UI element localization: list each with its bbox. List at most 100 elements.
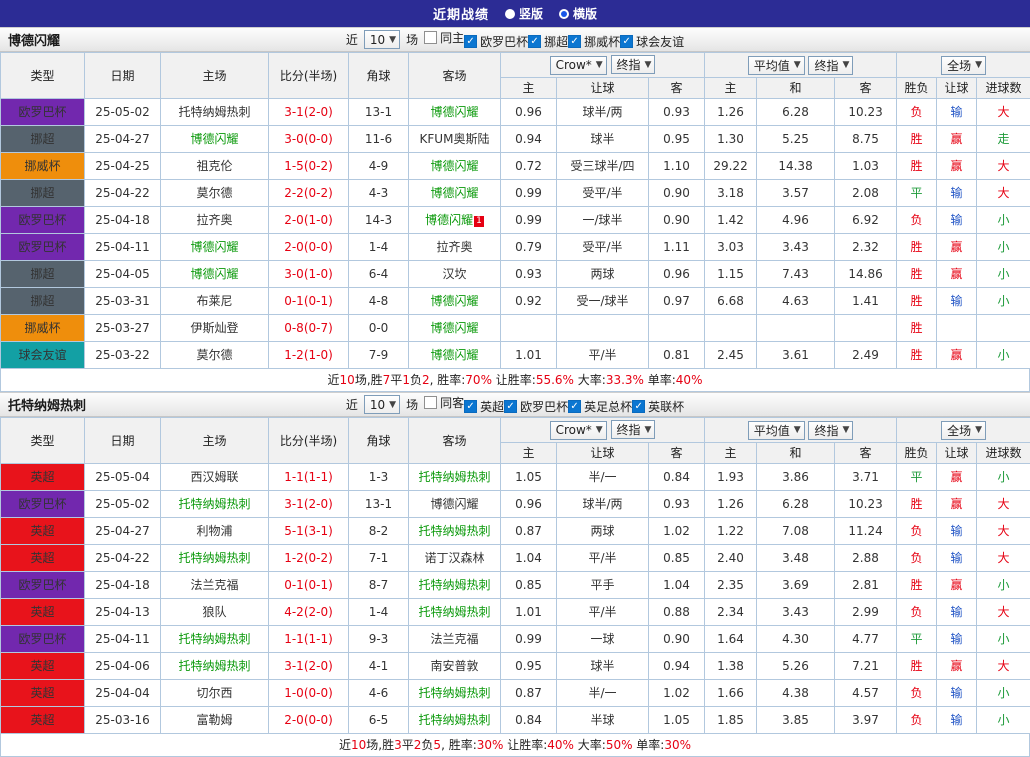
fulltime-select[interactable]: 全场▼ xyxy=(941,421,986,440)
home-team-name[interactable]: 西汉姆联 xyxy=(190,470,238,484)
avg-away: 14.86 xyxy=(835,261,897,288)
filter-checkbox-同主[interactable]: 同主 xyxy=(424,29,464,46)
home-team-name[interactable]: 托特纳姆热刺 xyxy=(178,632,250,646)
filter-checkbox-英超[interactable]: ✓英超 xyxy=(464,398,504,415)
home-team-name[interactable]: 托特纳姆热刺 xyxy=(178,497,250,511)
away-team-name[interactable]: 诺丁汉森林 xyxy=(424,551,484,565)
league-badge: 欧罗巴杯 xyxy=(1,626,85,653)
recent-count-select[interactable]: 10 ▼ xyxy=(364,395,400,414)
odds-home: 0.99 xyxy=(501,207,557,234)
filter-checkbox-挪威杯[interactable]: ✓挪威杯 xyxy=(568,33,620,50)
home-team-name[interactable]: 博德闪耀 xyxy=(190,267,238,281)
home-team-name[interactable]: 富勒姆 xyxy=(196,713,232,727)
home-team-name[interactable]: 伊斯灿登 xyxy=(190,321,238,335)
checked-checkbox-icon: ✓ xyxy=(568,35,581,48)
home-team-name[interactable]: 托特纳姆热刺 xyxy=(178,105,250,119)
away-team-name[interactable]: 博德闪耀 xyxy=(430,159,478,173)
away-team-name[interactable]: 托特纳姆热刺 xyxy=(418,605,490,619)
fulltime-select[interactable]: 全场▼ xyxy=(941,56,986,75)
league-badge: 英超 xyxy=(1,653,85,680)
home-team-name[interactable]: 利物浦 xyxy=(196,524,232,538)
away-team-name[interactable]: 博德闪耀 xyxy=(430,321,478,335)
away-team-name[interactable]: 汉坎 xyxy=(442,267,466,281)
handicap-result-value: 赢 xyxy=(937,491,977,518)
odds-handicap: 球半/两 xyxy=(557,491,649,518)
match-row: 欧罗巴杯25-04-11博德闪耀2-0(0-0)1-4拉齐奥0.79受平/半1.… xyxy=(1,234,1030,261)
filter-checkbox-英联杯[interactable]: ✓英联杯 xyxy=(632,398,684,415)
home-team-name[interactable]: 祖克伦 xyxy=(196,159,232,173)
home-team-name[interactable]: 莫尔德 xyxy=(196,186,232,200)
avg-away: 7.21 xyxy=(835,653,897,680)
filter-label: 挪威杯 xyxy=(584,33,620,50)
home-team-name[interactable]: 切尔西 xyxy=(196,686,232,700)
filter-checkbox-英足总杯[interactable]: ✓英足总杯 xyxy=(568,398,632,415)
bookmaker-select[interactable]: Crow*▼ xyxy=(550,56,607,75)
avg-home: 1.42 xyxy=(705,207,757,234)
away-team-name[interactable]: 托特纳姆热刺 xyxy=(418,578,490,592)
col-away: 客场 xyxy=(409,53,501,99)
final-odds-select-2[interactable]: 终指▼ xyxy=(808,421,853,440)
away-team-name[interactable]: 博德闪耀 xyxy=(430,186,478,200)
away-team-name[interactable]: 托特纳姆热刺 xyxy=(418,524,490,538)
score: 3-1(2-0) xyxy=(269,653,349,680)
filter-prefix-label: 近 xyxy=(346,31,358,48)
avg-away: 2.08 xyxy=(835,180,897,207)
fulltime-value: 全场 xyxy=(947,422,971,439)
col-score: 比分(半场) xyxy=(269,418,349,464)
match-row: 球会友谊25-03-22莫尔德1-2(1-0)7-9博德闪耀1.01平/半0.8… xyxy=(1,342,1030,369)
home-team-cell: 祖克伦 xyxy=(161,153,269,180)
odds-away: 1.02 xyxy=(649,518,705,545)
home-team-cell: 富勒姆 xyxy=(161,707,269,734)
away-team-cell: 托特纳姆热刺 xyxy=(409,707,501,734)
home-team-name[interactable]: 托特纳姆热刺 xyxy=(178,659,250,673)
home-team-name[interactable]: 博德闪耀 xyxy=(190,240,238,254)
home-team-name[interactable]: 拉齐奥 xyxy=(196,213,232,227)
home-team-cell: 布莱尼 xyxy=(161,288,269,315)
layout-radio-horizontal[interactable]: 横版 xyxy=(559,5,597,22)
odds-home: 1.01 xyxy=(501,342,557,369)
home-team-name[interactable]: 布莱尼 xyxy=(196,294,232,308)
layout-radio-vertical[interactable]: 竖版 xyxy=(505,5,543,22)
odds-home: 0.94 xyxy=(501,126,557,153)
league-badge: 英超 xyxy=(1,518,85,545)
odds-group-header: Crow*▼ 终指▼ xyxy=(501,418,705,443)
result-value: 负 xyxy=(897,680,937,707)
handicap-result-value: 输 xyxy=(937,288,977,315)
away-team-name[interactable]: KFUM奥斯陆 xyxy=(420,132,490,146)
bookmaker-select[interactable]: Crow*▼ xyxy=(550,421,607,440)
away-team-name[interactable]: 南安普敦 xyxy=(430,659,478,673)
odds-away: 0.93 xyxy=(649,491,705,518)
home-team-name[interactable]: 法兰克福 xyxy=(190,578,238,592)
result-value: 负 xyxy=(897,707,937,734)
away-team-name[interactable]: 博德闪耀 xyxy=(430,348,478,362)
average-select[interactable]: 平均值▼ xyxy=(748,56,805,75)
away-team-name[interactable]: 博德闪耀 xyxy=(430,294,478,308)
final-odds-select[interactable]: 终指▼ xyxy=(611,420,656,439)
average-select[interactable]: 平均值▼ xyxy=(748,421,805,440)
home-team-name[interactable]: 托特纳姆热刺 xyxy=(178,551,250,565)
away-team-name[interactable]: 法兰克福 xyxy=(430,632,478,646)
odds-home: 0.87 xyxy=(501,518,557,545)
filter-checkbox-欧罗巴杯[interactable]: ✓欧罗巴杯 xyxy=(464,33,528,50)
away-team-name[interactable]: 博德闪耀 xyxy=(430,105,478,119)
match-row: 英超25-05-04西汉姆联1-1(1-1)1-3托特纳姆热刺1.05半/一0.… xyxy=(1,464,1030,491)
filter-checkbox-挪超[interactable]: ✓挪超 xyxy=(528,33,568,50)
filter-checkbox-同客[interactable]: 同客 xyxy=(424,394,464,411)
home-team-cell: 利物浦 xyxy=(161,518,269,545)
away-team-name[interactable]: 博德闪耀 xyxy=(425,213,473,227)
summary-text: 55.6% xyxy=(536,373,574,387)
filter-checkbox-欧罗巴杯[interactable]: ✓欧罗巴杯 xyxy=(504,398,568,415)
final-odds-select[interactable]: 终指▼ xyxy=(611,55,656,74)
away-team-name[interactable]: 博德闪耀 xyxy=(430,497,478,511)
match-date: 25-03-16 xyxy=(85,707,161,734)
home-team-name[interactable]: 莫尔德 xyxy=(196,348,232,362)
filter-checkbox-球会友谊[interactable]: ✓球会友谊 xyxy=(620,33,684,50)
home-team-name[interactable]: 狼队 xyxy=(202,605,226,619)
away-team-name[interactable]: 拉齐奥 xyxy=(436,240,472,254)
away-team-name[interactable]: 托特纳姆热刺 xyxy=(418,713,490,727)
home-team-name[interactable]: 博德闪耀 xyxy=(190,132,238,146)
away-team-name[interactable]: 托特纳姆热刺 xyxy=(418,686,490,700)
away-team-name[interactable]: 托特纳姆热刺 xyxy=(418,470,490,484)
final-odds-select-2[interactable]: 终指▼ xyxy=(808,56,853,75)
recent-count-select[interactable]: 10 ▼ xyxy=(364,30,400,49)
